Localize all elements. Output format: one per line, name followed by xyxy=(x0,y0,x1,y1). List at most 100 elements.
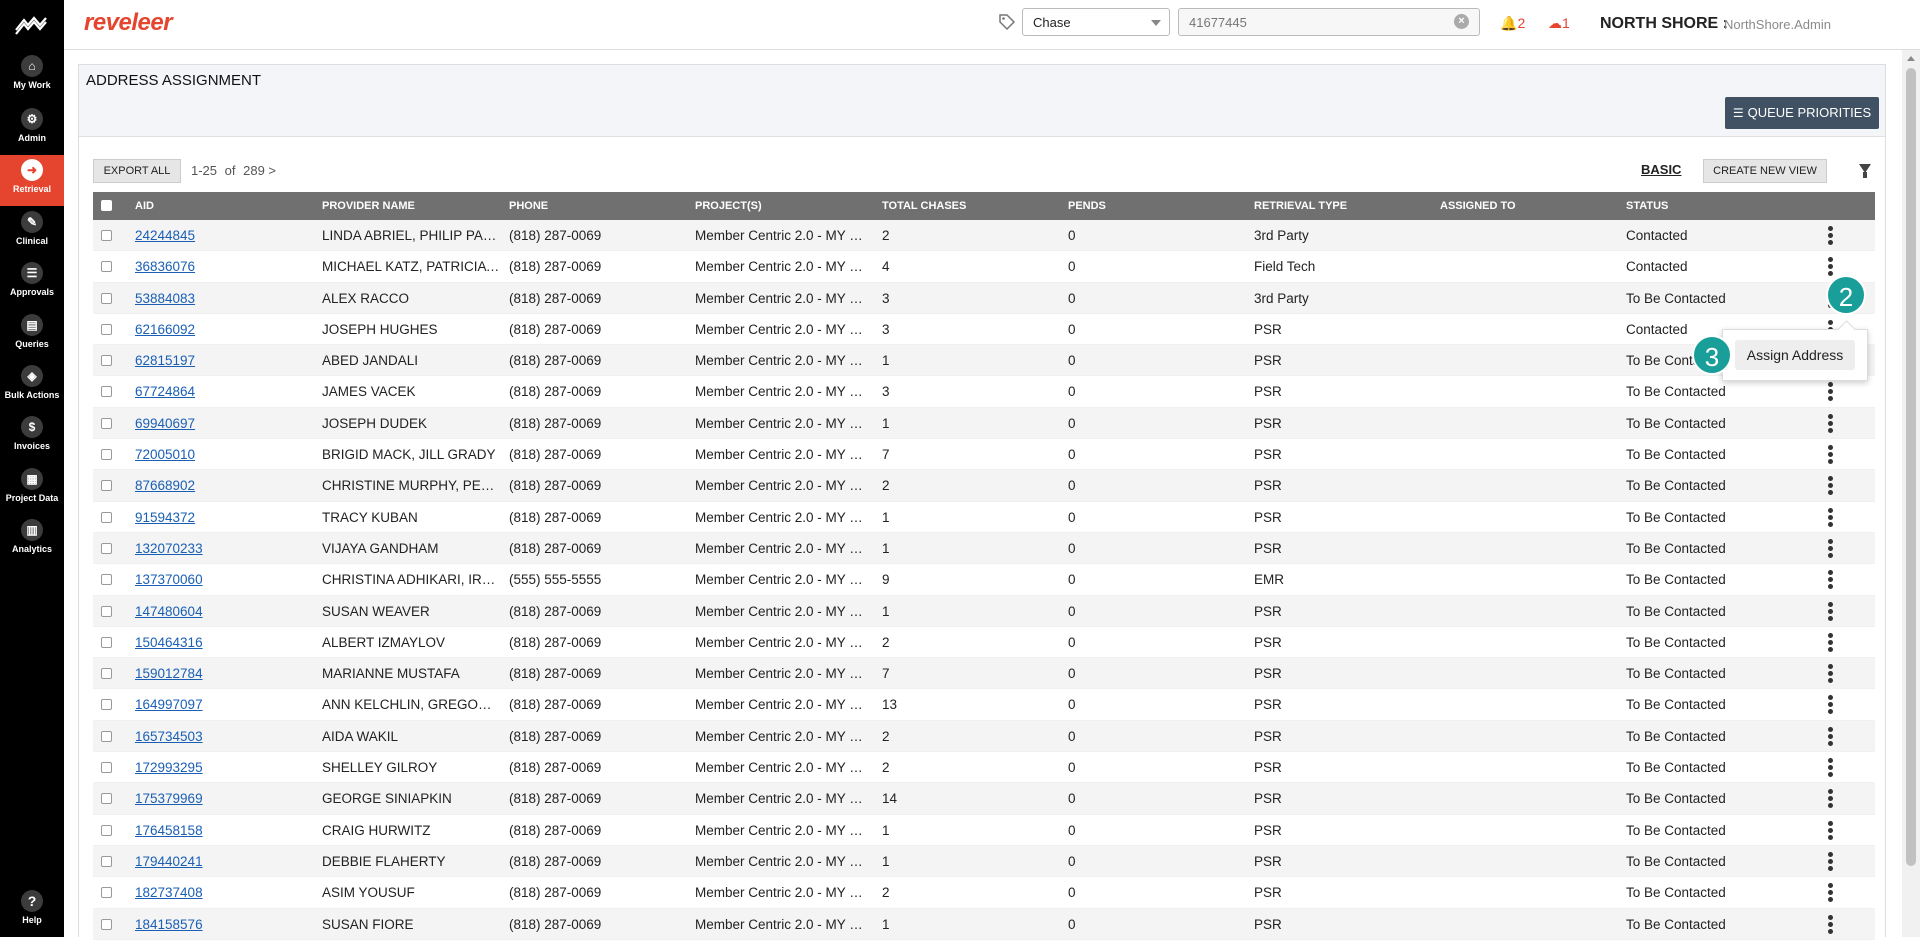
search-input[interactable] xyxy=(1178,8,1480,36)
nav-item-my-work[interactable]: ⌂ My Work xyxy=(0,51,64,102)
cell-aid[interactable]: 53884083 xyxy=(135,283,275,313)
table-row[interactable]: 91594372 TRACY KUBAN (818) 287-0069 Member … xyxy=(93,502,1875,533)
row-checkbox[interactable] xyxy=(101,605,112,617)
notifications-button[interactable]: 🔔2 xyxy=(1500,15,1525,32)
basic-view-link[interactable]: BASIC xyxy=(1641,162,1681,177)
cloud-status-button[interactable]: ☁1 xyxy=(1548,15,1570,32)
row-actions-kebab-icon[interactable] xyxy=(1828,820,1833,841)
table-row[interactable]: 159012784 MARIANNE MUSTAFA (818) 287-0069 M… xyxy=(93,658,1875,690)
cell-aid[interactable]: 175379969 xyxy=(135,783,275,813)
assign-address-button[interactable]: Assign Address xyxy=(1735,340,1855,370)
scrollbar-thumb[interactable] xyxy=(1906,68,1916,866)
column-header-assigned-to[interactable]: ASSIGNED TO xyxy=(1440,192,1620,220)
row-checkbox[interactable] xyxy=(101,542,112,554)
row-checkbox[interactable] xyxy=(101,355,112,367)
cell-aid[interactable]: 87668902 xyxy=(135,470,275,500)
table-row[interactable]: 150464316 ALBERT IZMAYLOV (818) 287-0069 Me… xyxy=(93,627,1875,659)
table-row[interactable]: 182737408 ASIM YOUSUF (818) 287-0069 Member… xyxy=(93,877,1875,909)
table-row[interactable]: 165734503 AIDA WAKIL (818) 287-0069 Member … xyxy=(93,720,1875,753)
row-checkbox[interactable] xyxy=(101,730,112,742)
cell-aid[interactable]: 62815197 xyxy=(135,345,275,375)
row-checkbox[interactable] xyxy=(101,918,112,930)
table-row[interactable]: 87668902 CHRISTINE MURPHY, PETER HO (818) … xyxy=(93,470,1875,502)
column-header-projects[interactable]: PROJECT(S) xyxy=(695,192,867,220)
cell-aid[interactable]: 62166092 xyxy=(135,314,275,344)
row-checkbox[interactable] xyxy=(101,793,112,805)
cell-aid[interactable]: 69940697 xyxy=(135,408,275,438)
nav-item-approvals[interactable]: ☰ Approvals xyxy=(0,258,64,309)
table-row[interactable]: 132070233 VIJAYA GANDHAM (818) 287-0069 Mem… xyxy=(93,532,1875,565)
cell-aid[interactable]: 184158576 xyxy=(135,909,275,939)
nav-item-clinical[interactable]: ✎ Clinical xyxy=(0,207,64,258)
nav-item-invoices[interactable]: $ Invoices xyxy=(0,412,64,463)
row-actions-kebab-icon[interactable] xyxy=(1828,257,1833,277)
export-all-button[interactable]: EXPORT ALL xyxy=(93,159,181,183)
row-actions-kebab-icon[interactable] xyxy=(1828,664,1833,684)
row-actions-kebab-icon[interactable] xyxy=(1828,883,1833,903)
search-type-select[interactable]: Chase xyxy=(1022,8,1170,36)
nav-item-retrieval[interactable]: ➜ Retrieval xyxy=(0,155,64,206)
row-actions-kebab-icon[interactable] xyxy=(1828,632,1833,653)
column-header-aid[interactable]: AID xyxy=(135,192,275,220)
row-checkbox[interactable] xyxy=(101,511,112,523)
app-logo-icon[interactable] xyxy=(14,14,50,36)
row-actions-kebab-icon[interactable] xyxy=(1828,601,1833,622)
column-header-provider-name[interactable]: PROVIDER NAME xyxy=(322,192,500,220)
pager-total[interactable]: 289 > xyxy=(243,163,276,178)
row-checkbox[interactable] xyxy=(101,449,112,461)
cell-aid[interactable]: 164997097 xyxy=(135,689,275,719)
table-row[interactable]: 175379969 GEORGE SINIAPKIN (818) 287-0069 M… xyxy=(93,783,1875,815)
row-checkbox[interactable] xyxy=(101,230,112,241)
row-actions-kebab-icon[interactable] xyxy=(1828,914,1833,935)
select-all-checkbox[interactable] xyxy=(101,200,112,211)
table-row[interactable]: 62815197 ABED JANDALI (818) 287-0069 Member… xyxy=(93,345,1875,377)
row-checkbox[interactable] xyxy=(101,668,112,680)
cell-aid[interactable]: 165734503 xyxy=(135,721,275,751)
row-checkbox[interactable] xyxy=(101,386,112,398)
nav-item-analytics[interactable]: ▥ Analytics xyxy=(0,515,64,566)
row-actions-kebab-icon[interactable] xyxy=(1828,726,1833,747)
row-actions-kebab-icon[interactable] xyxy=(1828,695,1833,715)
row-actions-kebab-icon[interactable] xyxy=(1828,382,1833,402)
row-checkbox[interactable] xyxy=(101,636,112,648)
row-checkbox[interactable] xyxy=(101,417,112,429)
nav-item-bulk-actions[interactable]: ◈ Bulk Actions xyxy=(0,361,64,412)
row-checkbox[interactable] xyxy=(101,887,112,899)
row-checkbox[interactable] xyxy=(101,261,112,273)
nav-item-help[interactable]: ? Help xyxy=(0,890,64,925)
row-actions-kebab-icon[interactable] xyxy=(1828,476,1833,496)
column-header-pends[interactable]: PENDS xyxy=(1068,192,1248,220)
row-actions-kebab-icon[interactable] xyxy=(1828,445,1833,465)
column-header-retrieval-type[interactable]: RETRIEVAL TYPE xyxy=(1254,192,1434,220)
cell-aid[interactable]: 179440241 xyxy=(135,846,275,876)
row-actions-kebab-icon[interactable] xyxy=(1828,570,1833,590)
table-row[interactable]: 176458158 CRAIG HURWITZ (818) 287-0069 Memb… xyxy=(93,815,1875,846)
row-checkbox[interactable] xyxy=(101,323,112,335)
column-header-phone[interactable]: PHONE xyxy=(509,192,689,220)
cell-aid[interactable]: 67724864 xyxy=(135,376,275,406)
nav-item-project-data[interactable]: ▦ Project Data xyxy=(0,464,64,515)
row-actions-kebab-icon[interactable] xyxy=(1828,538,1833,559)
cell-aid[interactable]: 137370060 xyxy=(135,564,275,594)
row-checkbox[interactable] xyxy=(101,480,112,492)
table-row[interactable]: 53884083 ALEX RACCO (818) 287-0069 Member C… xyxy=(93,282,1875,314)
nav-item-queries[interactable]: ▤ Queries xyxy=(0,310,64,361)
nav-item-admin[interactable]: ⚙ Admin xyxy=(0,104,64,155)
queue-priorities-button[interactable]: ☰ QUEUE PRIORITIES xyxy=(1725,97,1879,129)
clear-search-icon[interactable]: × xyxy=(1454,14,1469,29)
cell-aid[interactable]: 176458158 xyxy=(135,815,275,845)
column-header-total-chases[interactable]: TOTAL CHASES xyxy=(882,192,1062,220)
table-row[interactable]: 67724864 JAMES VACEK (818) 287-0069 Member … xyxy=(93,376,1875,408)
row-checkbox[interactable] xyxy=(101,699,112,711)
brand-logo[interactable]: reveleer xyxy=(84,9,173,37)
table-row[interactable]: 147480604 SUSAN WEAVER (818) 287-0069 Membe… xyxy=(93,595,1875,627)
scroll-up-icon[interactable] xyxy=(1907,56,1915,61)
create-new-view-button[interactable]: CREATE NEW VIEW xyxy=(1703,159,1827,183)
cell-aid[interactable]: 91594372 xyxy=(135,502,275,532)
cell-aid[interactable]: 36836076 xyxy=(135,251,275,281)
row-actions-kebab-icon[interactable] xyxy=(1828,413,1833,434)
table-row[interactable]: 36836076 MICHAEL KATZ, PATRICIA LEE (818) … xyxy=(93,251,1875,283)
cell-aid[interactable]: 147480604 xyxy=(135,596,275,626)
row-actions-kebab-icon[interactable] xyxy=(1828,507,1833,528)
table-row[interactable]: 179440241 DEBBIE FLAHERTY (818) 287-0069 Me… xyxy=(93,845,1875,878)
